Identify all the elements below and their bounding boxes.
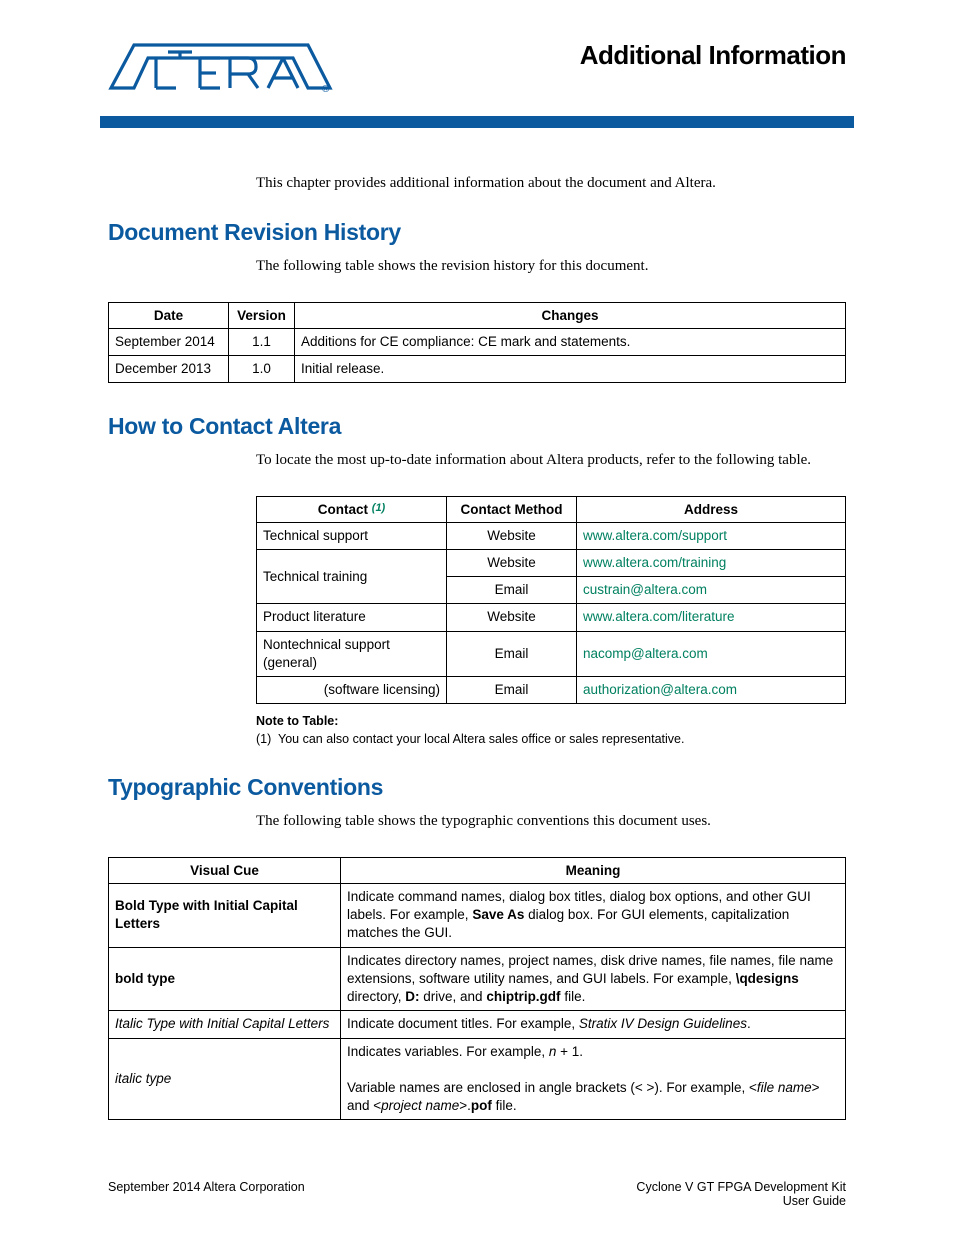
contact-table: Contact (1) Contact Method Address Techn… <box>256 496 846 705</box>
cell-cue: italic type <box>109 1038 341 1120</box>
typographic-intro: The following table shows the typographi… <box>256 811 846 833</box>
cell-address: authorization@altera.com <box>577 677 846 704</box>
table-row: italic type Indicates variables. For exa… <box>109 1038 846 1120</box>
contact-link[interactable]: www.altera.com/training <box>583 555 726 570</box>
footer-right: Cyclone V GT FPGA Development Kit User G… <box>636 1180 846 1208</box>
cell-meaning: Indicates directory names, project names… <box>341 947 846 1011</box>
col-changes: Changes <box>295 302 846 328</box>
cell-contact: Nontechnical support (general) <box>257 631 447 676</box>
altera-logo: ® <box>108 40 333 98</box>
cell-date: December 2013 <box>109 355 229 382</box>
contact-link[interactable]: www.altera.com/literature <box>583 609 735 624</box>
table-header-row: Visual Cue Meaning <box>109 857 846 883</box>
cell-meaning: Indicate command names, dialog box title… <box>341 883 846 947</box>
contact-link[interactable]: nacomp@altera.com <box>583 646 708 661</box>
cell-address: custrain@altera.com <box>577 577 846 604</box>
svg-text:®: ® <box>322 84 330 95</box>
table-header-row: Contact (1) Contact Method Address <box>257 496 846 522</box>
page-header: ® Additional Information <box>108 40 846 98</box>
cell-address: www.altera.com/support <box>577 522 846 549</box>
cell-changes: Initial release. <box>295 355 846 382</box>
table-row: Bold Type with Initial Capital Letters I… <box>109 883 846 947</box>
header-divider-bar <box>100 116 854 128</box>
cell-method: Website <box>447 522 577 549</box>
cell-method: Website <box>447 549 577 576</box>
section-heading-contact: How to Contact Altera <box>108 413 846 440</box>
cell-contact: (software licensing) <box>257 677 447 704</box>
revision-intro: The following table shows the revision h… <box>256 256 846 278</box>
page-footer: September 2014 Altera Corporation Cyclon… <box>108 1180 846 1208</box>
cell-contact: Product literature <box>257 604 447 631</box>
section-heading-typographic: Typographic Conventions <box>108 774 846 801</box>
cell-address: nacomp@altera.com <box>577 631 846 676</box>
cell-method: Email <box>447 631 577 676</box>
table-row: Technical training Website www.altera.co… <box>257 549 846 576</box>
cell-contact: Technical training <box>257 549 447 603</box>
revision-history-table: Date Version Changes September 2014 1.1 … <box>108 302 846 383</box>
table-row: Technical support Website www.altera.com… <box>257 522 846 549</box>
table-row: (software licensing) Email authorization… <box>257 677 846 704</box>
contact-link[interactable]: authorization@altera.com <box>583 682 737 697</box>
col-version: Version <box>229 302 295 328</box>
table-header-row: Date Version Changes <box>109 302 846 328</box>
table-row: Nontechnical support (general) Email nac… <box>257 631 846 676</box>
note-number: (1) <box>256 732 278 746</box>
table-row: December 2013 1.0 Initial release. <box>109 355 846 382</box>
cell-version: 1.0 <box>229 355 295 382</box>
cell-cue: bold type <box>109 947 341 1011</box>
table-note-body: (1)You can also contact your local Alter… <box>256 732 846 746</box>
cell-method: Website <box>447 604 577 631</box>
footer-product: Cyclone V GT FPGA Development Kit <box>636 1180 846 1194</box>
col-meaning: Meaning <box>341 857 846 883</box>
page-title: Additional Information <box>580 40 846 71</box>
col-address: Address <box>577 496 846 522</box>
contact-link[interactable]: www.altera.com/support <box>583 528 727 543</box>
cell-meaning: Indicates variables. For example, n + 1.… <box>341 1038 846 1120</box>
cell-address: www.altera.com/training <box>577 549 846 576</box>
cell-method: Email <box>447 577 577 604</box>
cell-method: Email <box>447 677 577 704</box>
cell-meaning: Indicate document titles. For example, S… <box>341 1011 846 1038</box>
cell-changes: Additions for CE compliance: CE mark and… <box>295 328 846 355</box>
table-row: bold type Indicates directory names, pro… <box>109 947 846 1011</box>
col-method: Contact Method <box>447 496 577 522</box>
table-row: Italic Type with Initial Capital Letters… <box>109 1011 846 1038</box>
cell-address: www.altera.com/literature <box>577 604 846 631</box>
col-date: Date <box>109 302 229 328</box>
footer-doc-type: User Guide <box>636 1194 846 1208</box>
note-text: You can also contact your local Altera s… <box>278 732 684 746</box>
col-contact-note: (1) <box>372 502 385 514</box>
table-row: Product literature Website www.altera.co… <box>257 604 846 631</box>
chapter-intro: This chapter provides additional informa… <box>256 173 846 195</box>
cell-date: September 2014 <box>109 328 229 355</box>
section-heading-revision: Document Revision History <box>108 219 846 246</box>
col-contact-label: Contact <box>318 502 368 517</box>
footer-left: September 2014 Altera Corporation <box>108 1180 305 1194</box>
table-row: September 2014 1.1 Additions for CE comp… <box>109 328 846 355</box>
col-visual-cue: Visual Cue <box>109 857 341 883</box>
table-note-label: Note to Table: <box>256 714 846 728</box>
cell-version: 1.1 <box>229 328 295 355</box>
cell-contact: Technical support <box>257 522 447 549</box>
typographic-conventions-table: Visual Cue Meaning Bold Type with Initia… <box>108 857 846 1120</box>
cell-cue: Italic Type with Initial Capital Letters <box>109 1011 341 1038</box>
contact-link[interactable]: custrain@altera.com <box>583 582 707 597</box>
cell-cue: Bold Type with Initial Capital Letters <box>109 883 341 947</box>
contact-intro: To locate the most up-to-date informatio… <box>256 450 846 472</box>
col-contact: Contact (1) <box>257 496 447 522</box>
